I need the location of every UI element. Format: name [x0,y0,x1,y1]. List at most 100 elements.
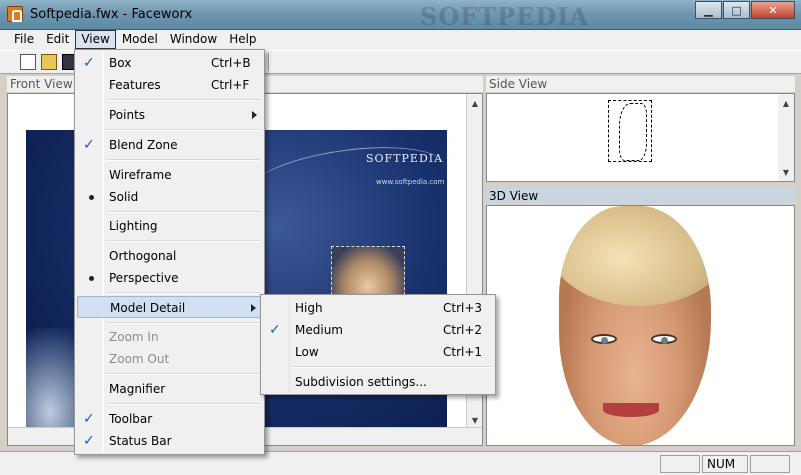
side-view-title: Side View [486,76,795,92]
menu-item-label: Magnifier [109,382,166,396]
view-menu-lighting[interactable]: Lighting [77,215,263,237]
menu-item-label: Wireframe [109,168,172,182]
model-detail-low[interactable]: Low Ctrl+1 [263,341,495,363]
menu-item-label: Lighting [109,219,158,233]
menu-separator [106,403,260,405]
toolbar-separator [268,53,270,71]
menu-item-shortcut: Ctrl+F [211,78,250,92]
radio-bullet-icon [89,195,94,200]
front-photo-url: www.softpedia.com [376,178,445,186]
menu-item-shortcut: Ctrl+2 [443,323,483,337]
view-menu-orthogonal[interactable]: Orthogonal [77,245,263,267]
scroll-down-arrow-icon[interactable]: ▼ [779,165,793,179]
menu-item-shortcut: Ctrl+3 [443,301,483,315]
view-menu-magnifier[interactable]: Magnifier [77,378,263,400]
app-icon[interactable] [7,6,23,22]
menu-separator [106,211,260,213]
view-menu-dropdown: ✓ Box Ctrl+B Features Ctrl+F Points ✓ Bl… [74,49,265,455]
menu-edit[interactable]: Edit [40,30,75,49]
title-bar: Softpedia.fwx - Faceworx SOFTPEDIA ▁ □ ✕ [0,0,801,31]
3d-face-mouth [603,403,659,417]
check-icon: ✓ [83,411,95,427]
status-cell-3 [750,455,790,473]
minimize-button[interactable]: ▁ [695,1,722,19]
menu-item-label: Low [295,345,319,359]
view-menu-points[interactable]: Points [77,104,263,126]
menu-view[interactable]: View [75,30,116,49]
menu-item-label: Box [109,56,132,70]
menu-separator [106,240,260,242]
view-menu-perspective[interactable]: Perspective [77,267,263,289]
window-title: Softpedia.fwx - Faceworx [30,7,193,22]
menu-item-label: Subdivision settings... [295,375,427,389]
3d-view-pane[interactable] [486,205,795,446]
menu-item-label: Toolbar [109,412,153,426]
menu-item-label: Status Bar [109,434,172,448]
menu-separator [106,322,260,324]
submenu-arrow-icon [252,111,257,119]
check-icon: ✓ [83,433,95,449]
menu-item-label: Perspective [109,271,179,285]
view-menu-box[interactable]: ✓ Box Ctrl+B [77,52,263,74]
3d-face-model[interactable] [559,206,711,445]
scroll-up-arrow-icon[interactable]: ▲ [468,96,482,110]
menu-separator [106,292,260,294]
side-vertical-scrollbar[interactable]: ▲ ▼ [778,94,794,181]
menu-separator [106,159,260,161]
3d-face-left-eye [591,334,617,344]
menu-model[interactable]: Model [116,30,164,49]
check-icon: ✓ [83,137,95,153]
view-menu-model-detail[interactable]: Model Detail [77,296,263,318]
model-detail-high[interactable]: High Ctrl+3 [263,297,495,319]
scroll-down-arrow-icon[interactable]: ▼ [468,413,482,427]
model-detail-submenu: High Ctrl+3 ✓ Medium Ctrl+2 Low Ctrl+1 S… [260,294,496,395]
status-cell-1 [660,455,700,473]
close-button[interactable]: ✕ [751,1,795,19]
menu-item-label: High [295,301,323,315]
view-menu-zoom-out[interactable]: Zoom Out [77,348,263,370]
view-menu-blend-zone[interactable]: ✓ Blend Zone [77,134,263,156]
status-num: NUM [702,455,748,473]
menu-file[interactable]: File [8,30,40,49]
menu-item-label: Zoom In [109,330,159,344]
menu-window[interactable]: Window [164,30,223,49]
menu-item-shortcut: Ctrl+B [211,56,251,70]
scroll-up-arrow-icon[interactable]: ▲ [779,96,793,110]
menu-separator [106,373,260,375]
menu-separator [106,129,260,131]
view-menu-solid[interactable]: Solid [77,186,263,208]
front-photo-logo: SOFTPEDIA [366,152,444,165]
menu-item-label: Features [109,78,161,92]
3d-view-title: 3D View [486,188,795,204]
menu-separator [106,99,260,101]
title-watermark: SOFTPEDIA [420,2,590,31]
model-detail-subdivision-settings[interactable]: Subdivision settings... [263,371,495,393]
menu-separator [292,366,492,368]
view-menu-zoom-in[interactable]: Zoom In [77,326,263,348]
menu-item-label: Points [109,108,146,122]
menu-item-label: Zoom Out [109,352,170,366]
menu-item-label: Orthogonal [109,249,177,263]
menu-item-shortcut: Ctrl+1 [443,345,483,359]
open-folder-icon[interactable] [41,54,57,70]
maximize-button[interactable]: □ [723,1,750,19]
submenu-arrow-icon [251,304,256,312]
3d-face-right-eye [651,334,677,344]
new-file-icon[interactable] [20,54,36,70]
menu-item-label: Solid [109,190,139,204]
view-menu-toolbar[interactable]: ✓ Toolbar [77,408,263,430]
view-menu-status-bar[interactable]: ✓ Status Bar [77,430,263,452]
view-menu-wireframe[interactable]: Wireframe [77,164,263,186]
model-detail-medium[interactable]: ✓ Medium Ctrl+2 [263,319,495,341]
3d-face-hair [559,206,711,306]
check-icon: ✓ [83,55,95,71]
side-profile-sketch[interactable] [608,100,652,162]
radio-bullet-icon [89,276,94,281]
menu-item-label: Medium [295,323,343,337]
menu-help[interactable]: Help [223,30,262,49]
view-menu-features[interactable]: Features Ctrl+F [77,74,263,96]
menu-bar: File Edit View Model Window Help [0,30,801,50]
side-view-pane[interactable]: ▲ ▼ [486,93,795,182]
check-icon: ✓ [269,322,281,338]
menu-item-label: Blend Zone [109,138,178,152]
